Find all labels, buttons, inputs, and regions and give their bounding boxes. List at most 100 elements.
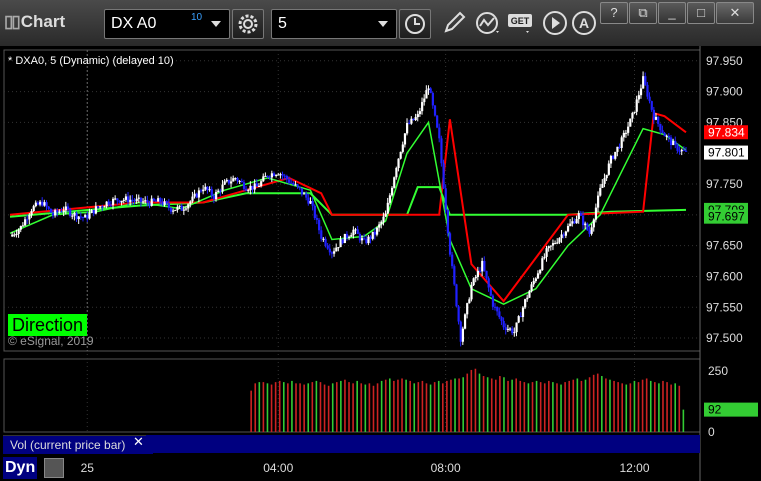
volume-pane-border (3, 358, 701, 433)
candle-body (191, 196, 194, 202)
interval-dropdown-icon[interactable] (378, 21, 388, 27)
candle-body (506, 328, 510, 330)
candle-body (202, 189, 205, 192)
price-tick-label: 97.550 (706, 300, 743, 314)
volume-bar (527, 383, 530, 432)
study-wave-icon[interactable] (474, 9, 502, 37)
candle-body (539, 270, 542, 274)
candle-body (627, 126, 630, 133)
candle-body (388, 195, 392, 203)
candle-body (440, 138, 443, 164)
volume-bar (299, 383, 301, 432)
candle-body (219, 190, 222, 192)
pencil-icon[interactable] (440, 9, 468, 37)
candle-body (101, 206, 104, 208)
candle-body (534, 278, 537, 282)
candle-body (36, 202, 40, 205)
alert-icon[interactable]: A (570, 9, 598, 37)
volume-bar (666, 382, 668, 432)
candle-body (300, 188, 304, 195)
candle-body (58, 211, 61, 213)
candle-body (624, 132, 628, 134)
volume-bar (678, 385, 681, 432)
play-icon[interactable] (541, 9, 569, 37)
candle-body (206, 186, 209, 191)
candle-body (264, 175, 267, 177)
candle-body (378, 224, 381, 228)
candle-body (592, 219, 595, 228)
candle-body (26, 219, 29, 221)
candle-body (303, 193, 306, 195)
candle-body (682, 149, 686, 151)
candle-body (618, 146, 621, 148)
candle-body (223, 181, 226, 185)
symbol-input[interactable]: DX A0 10 (104, 9, 230, 39)
help-button[interactable]: ? (600, 2, 628, 24)
volume-bar (511, 379, 513, 432)
price-tag-label: 97.801 (708, 146, 745, 160)
candle-body (109, 204, 113, 206)
candle-body (384, 213, 387, 217)
candle-body (62, 210, 65, 212)
dynamic-mode-label[interactable]: Dyn (3, 457, 38, 479)
lock-icon[interactable] (44, 458, 64, 478)
candle-body (257, 186, 261, 188)
grip-icon[interactable]: ▯▯ (4, 12, 21, 31)
candle-body (524, 299, 527, 308)
candle-body (560, 234, 563, 239)
candle-body (313, 205, 316, 219)
candle-body (406, 122, 409, 134)
svg-text:A: A (579, 15, 589, 31)
restore-button[interactable]: ⧉ (629, 2, 657, 24)
candle-body (463, 314, 467, 329)
volume-bar (327, 385, 330, 432)
candle-body (551, 243, 555, 246)
volume-bar (535, 380, 538, 432)
candle-body (92, 209, 95, 214)
candle-body (345, 233, 349, 238)
candle-body (270, 173, 274, 178)
candle-body (663, 132, 666, 137)
candle-body (573, 221, 576, 224)
candle-body (208, 189, 211, 191)
candle-body (221, 184, 224, 192)
volume-bar (503, 377, 505, 432)
volume-bar (674, 383, 677, 432)
candle-body (232, 178, 235, 182)
candle-body (17, 229, 20, 234)
candle-body (105, 201, 108, 207)
volume-close-icon[interactable]: ✕ (133, 434, 144, 450)
candle-body (60, 211, 63, 213)
candle-body (416, 114, 419, 118)
candle-body (594, 207, 598, 220)
candle-body (260, 181, 263, 187)
candle-body (238, 181, 241, 183)
settings-button[interactable] (232, 9, 264, 39)
chart-canvas[interactable]: 97.95097.90097.85097.80097.75097.70097.6… (0, 46, 761, 481)
candle-body (363, 238, 366, 240)
candle-body (476, 270, 480, 277)
get-icon[interactable]: GET (506, 9, 536, 37)
close-button[interactable]: ✕ (716, 2, 754, 24)
volume-bar (331, 383, 334, 432)
volume-bar (441, 383, 444, 432)
maximize-button[interactable]: □ (687, 2, 715, 24)
interval-input[interactable]: 5 (271, 9, 397, 39)
candle-body (204, 186, 207, 190)
candle-body (324, 238, 327, 246)
volume-bar (466, 373, 469, 432)
candle-body (348, 236, 351, 238)
volume-bar (401, 378, 403, 432)
candle-body (397, 158, 400, 168)
volume-bar (478, 373, 481, 432)
candle-body (631, 113, 634, 119)
candle-body (373, 231, 377, 235)
candle-body (131, 199, 134, 201)
symbol-dropdown-icon[interactable] (211, 21, 221, 27)
candle-body (545, 248, 548, 257)
candle-body (455, 284, 458, 307)
time-button[interactable] (399, 9, 431, 39)
candle-body (586, 223, 589, 230)
candle-body (249, 185, 252, 191)
minimize-button[interactable]: _ (658, 2, 686, 24)
